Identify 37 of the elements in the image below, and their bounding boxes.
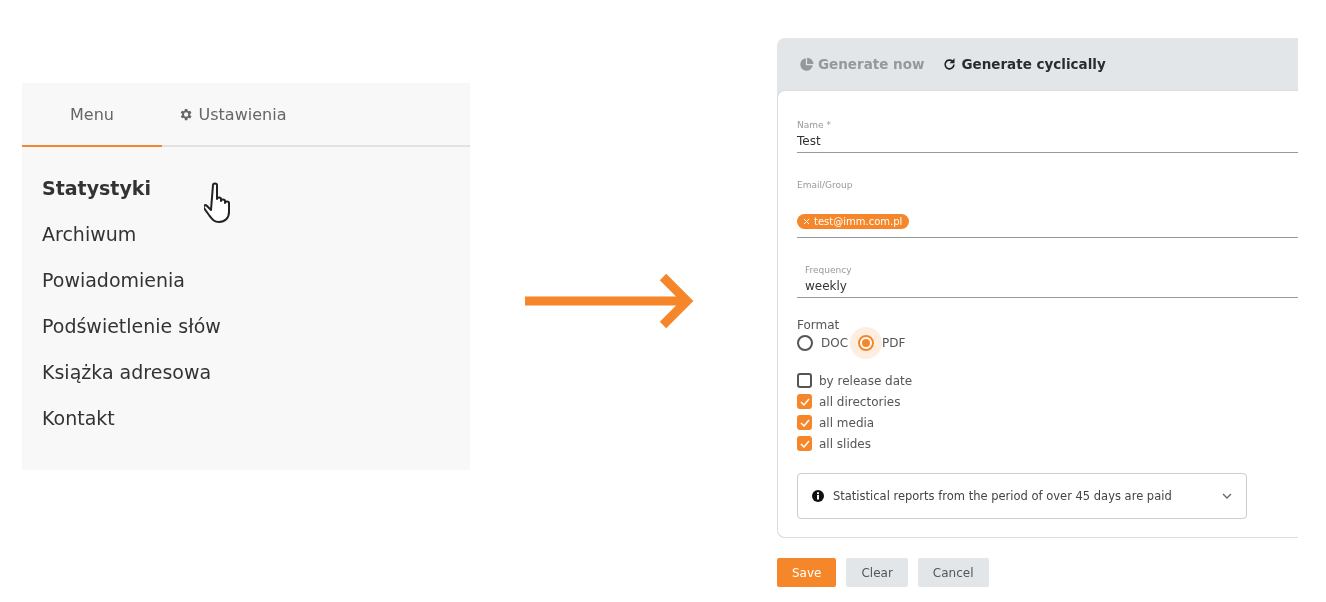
menu-item[interactable]: Kontakt: [42, 405, 115, 431]
menu-tab[interactable]: Menu: [22, 83, 162, 147]
info-text: Statistical reports from the period of over 45 days are paid: [833, 489, 1173, 503]
form-button[interactable]: Cancel: [917, 558, 989, 587]
form-button[interactable]: Clear: [846, 558, 908, 587]
field-value: Test: [797, 134, 822, 148]
checkbox-label: all media: [819, 415, 875, 430]
radio-label: PDF: [882, 336, 906, 350]
report-tab[interactable]: Generate cyclically: [942, 56, 1106, 72]
menu-item[interactable]: Podświetlenie słów: [42, 313, 221, 339]
checkbox[interactable]: [797, 394, 812, 409]
radio-button[interactable]: [797, 335, 813, 351]
checkbox-label: by release date: [819, 373, 913, 388]
checkbox[interactable]: [797, 373, 812, 388]
info-icon: [812, 490, 824, 502]
menu-item[interactable]: Archiwum: [42, 221, 137, 247]
frequency-field[interactable]: Frequency weekly: [797, 258, 1298, 298]
pie-chart-icon: [799, 56, 814, 72]
field-label: Frequency: [805, 265, 852, 275]
radio-label: DOC: [821, 336, 849, 350]
remove-icon: [804, 219, 809, 224]
menu-item[interactable]: Statystyki: [42, 175, 151, 201]
menu-tab[interactable]: Ustawienia: [162, 83, 302, 147]
menu-item[interactable]: Książka adresowa: [42, 359, 212, 385]
field-value: weekly: [805, 279, 848, 293]
info-box[interactable]: Statistical reports from the period of over 45 days are paid: [797, 473, 1247, 519]
field-label: Email/Group: [797, 180, 853, 190]
chip-text: test@imm.com.pl: [814, 216, 903, 227]
checkbox[interactable]: [797, 436, 812, 451]
format-label: Format: [797, 318, 841, 332]
checkbox[interactable]: [797, 415, 812, 430]
menu-item[interactable]: Powiadomienia: [42, 267, 185, 293]
checkbox-label: all directories: [819, 394, 901, 409]
field-label: Name *: [797, 120, 831, 130]
checkbox-label: all slides: [819, 436, 871, 451]
refresh-icon: [942, 56, 958, 72]
name-field[interactable]: Name * Test: [797, 113, 1298, 153]
